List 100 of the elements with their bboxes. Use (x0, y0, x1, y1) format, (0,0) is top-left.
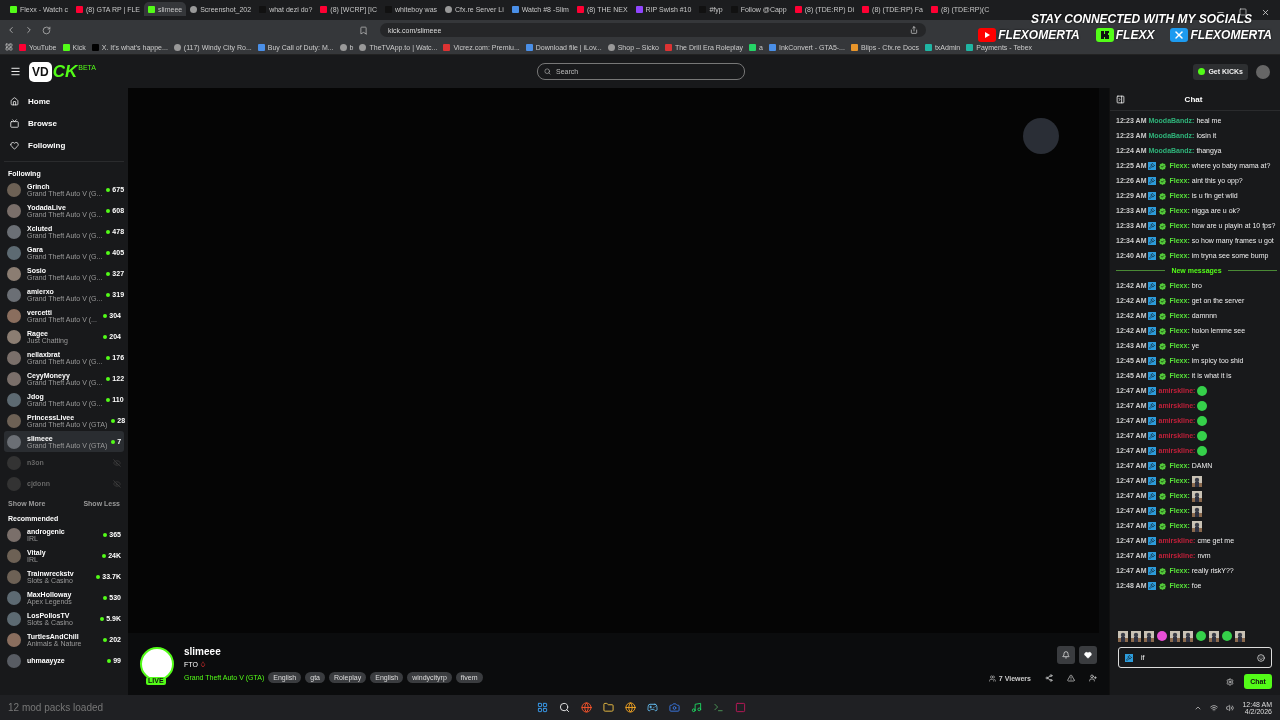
live-dot (96, 574, 101, 579)
avatar (7, 266, 21, 281)
logo-text[interactable]: CK (52, 61, 78, 82)
site-icon (62, 43, 70, 51)
site-icon (257, 43, 265, 51)
site-icon (10, 5, 17, 13)
site-icon (635, 5, 643, 13)
avatar (7, 308, 21, 323)
forward-icon[interactable] (24, 25, 34, 35)
heart-icon (1084, 651, 1092, 659)
live-dot (106, 376, 111, 381)
reload-icon[interactable] (42, 25, 51, 35)
site-icon (443, 43, 451, 51)
live-dot (103, 313, 108, 318)
share-icon[interactable] (910, 26, 918, 34)
site-icon (749, 43, 757, 51)
blob-emote-icon (1197, 386, 1208, 397)
play-icon (19, 43, 26, 51)
globe-icon (173, 43, 181, 51)
avatar[interactable] (1256, 64, 1270, 79)
play-icon (794, 5, 802, 13)
live-dot (111, 418, 116, 423)
social-handle: FLEXOMERTA (1190, 28, 1272, 42)
avatar (7, 329, 21, 344)
blob-emote-icon (1197, 446, 1208, 457)
site-icon (850, 43, 858, 51)
hammer-icon (1125, 653, 1133, 662)
live-dot (106, 271, 111, 276)
avatar (7, 413, 21, 428)
follow-button[interactable] (1079, 646, 1097, 664)
site-icon (525, 43, 533, 51)
avatar (7, 434, 21, 449)
browser-icon[interactable] (581, 702, 592, 713)
nav-item[interactable]: Home (4, 90, 124, 112)
site-icon (148, 5, 156, 13)
emoji-icon[interactable] (1257, 653, 1265, 662)
viewers-icon (988, 674, 996, 682)
wifi-icon[interactable] (1210, 703, 1219, 712)
live-dot (106, 397, 111, 402)
play-icon (931, 5, 938, 13)
live-dot (103, 595, 108, 600)
play-icon (75, 5, 83, 13)
live-dot (103, 532, 108, 537)
start-icon[interactable] (537, 702, 548, 713)
nav-item[interactable]: Following (4, 134, 124, 156)
avatar (7, 476, 21, 491)
tv-icon (10, 118, 19, 128)
globe-icon (607, 43, 615, 51)
site-icon (966, 43, 974, 51)
live-dot (106, 187, 111, 192)
avatar (7, 548, 21, 563)
play-icon (320, 5, 328, 13)
camera-icon[interactable] (669, 702, 680, 713)
settings-icon[interactable] (1226, 677, 1234, 686)
menu-icon[interactable] (10, 66, 21, 77)
terminal-icon[interactable] (713, 702, 724, 713)
bell-icon (1062, 651, 1070, 659)
nav-item[interactable]: Browse (4, 112, 124, 134)
blob-emote-icon (1157, 631, 1167, 641)
globe-icon (359, 43, 367, 51)
blob-emote-icon (1197, 416, 1208, 427)
user-icon[interactable] (1089, 674, 1097, 682)
live-dot (107, 658, 112, 663)
heart-icon (10, 140, 19, 150)
avatar (7, 392, 21, 407)
live-dot (106, 355, 111, 360)
site-icon (924, 43, 932, 51)
avatar (7, 203, 21, 218)
bookmark-icon[interactable] (359, 25, 368, 35)
avatar (7, 527, 21, 542)
back-icon[interactable] (6, 25, 16, 35)
logo-badge[interactable]: VD (29, 61, 52, 82)
avatar (7, 455, 21, 470)
chat-title: Chat (1183, 94, 1204, 104)
avatar (7, 590, 21, 605)
live-dot (102, 553, 107, 558)
avatar (7, 245, 21, 260)
notify-button[interactable] (1057, 646, 1075, 664)
status-text: 12 mod packs loaded (8, 702, 105, 713)
volume-icon[interactable] (1226, 703, 1235, 712)
social-handle: FLEXX (1115, 28, 1155, 42)
site-icon (91, 43, 99, 51)
site-icon (768, 43, 776, 51)
blob-emote-icon (1196, 631, 1206, 641)
folder-icon[interactable] (603, 702, 614, 713)
avatar (7, 182, 21, 197)
search-icon[interactable] (559, 702, 570, 713)
live-dot (106, 292, 111, 297)
live-dot (106, 250, 111, 255)
close-icon[interactable] (1261, 7, 1270, 17)
globe-icon (339, 43, 347, 51)
avatar (7, 371, 21, 386)
share-icon[interactable] (1045, 674, 1053, 682)
live-dot (103, 334, 108, 339)
play-icon (862, 5, 870, 13)
report-icon[interactable] (1067, 674, 1075, 682)
play-icon (978, 28, 997, 42)
site-icon (511, 5, 519, 13)
collapse-icon[interactable] (1116, 94, 1125, 104)
apps-icon[interactable] (5, 43, 13, 51)
